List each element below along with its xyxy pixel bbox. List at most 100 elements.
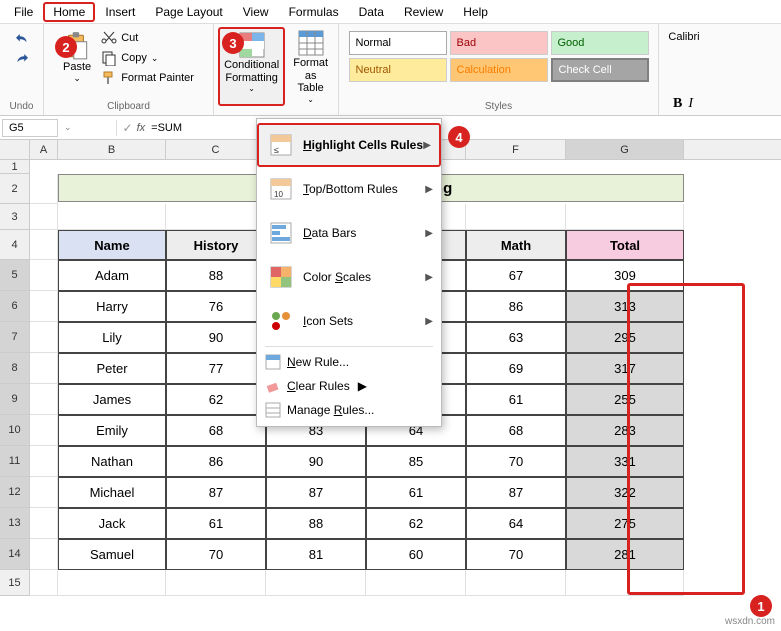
style-normal[interactable]: Normal <box>349 31 447 55</box>
top-bottom-rules-item[interactable]: 10 Top/Bottom Rules ▶ <box>257 167 441 211</box>
cell-total[interactable]: 331 <box>566 446 684 477</box>
style-neutral[interactable]: Neutral <box>349 58 447 82</box>
copy-button[interactable]: Copy ⌄ <box>99 49 196 67</box>
cell-history[interactable]: 76 <box>166 291 266 322</box>
cell-total[interactable]: 322 <box>566 477 684 508</box>
style-calculation[interactable]: Calculation <box>450 58 548 82</box>
cell-total[interactable]: 283 <box>566 415 684 446</box>
row-header[interactable]: 9 <box>0 384 30 415</box>
cell[interactable] <box>166 204 266 230</box>
manage-rules-item[interactable]: Manage Rules... <box>257 398 441 422</box>
cell[interactable] <box>566 570 684 596</box>
cell-total[interactable]: 313 <box>566 291 684 322</box>
cell-total[interactable]: 255 <box>566 384 684 415</box>
menu-help[interactable]: Help <box>453 2 498 22</box>
cell-biology[interactable]: 61 <box>366 477 466 508</box>
cell[interactable] <box>466 204 566 230</box>
row-header[interactable]: 6 <box>0 291 30 322</box>
cell[interactable] <box>58 160 166 174</box>
cell-history[interactable]: 87 <box>166 477 266 508</box>
icon-sets-item[interactable]: Icon Sets ▶ <box>257 299 441 343</box>
cell-total[interactable]: 309 <box>566 260 684 291</box>
cell-name[interactable]: Jack <box>58 508 166 539</box>
menu-home[interactable]: Home <box>43 2 95 22</box>
cell-math[interactable]: 67 <box>466 260 566 291</box>
data-bars-item[interactable]: Data Bars ▶ <box>257 211 441 255</box>
cell[interactable] <box>30 446 58 477</box>
row-header[interactable]: 2 <box>0 174 30 204</box>
redo-icon[interactable] <box>13 51 31 69</box>
cut-button[interactable]: Cut <box>99 29 196 47</box>
cell-total[interactable]: 317 <box>566 353 684 384</box>
bold-button[interactable]: B <box>673 96 682 112</box>
cell[interactable] <box>566 160 684 174</box>
new-rule-item[interactable]: New Rule... <box>257 350 441 374</box>
row-header[interactable]: 8 <box>0 353 30 384</box>
cell[interactable] <box>30 230 58 260</box>
col-header-c[interactable]: C <box>166 140 266 159</box>
row-header[interactable]: 4 <box>0 230 30 260</box>
row-header[interactable]: 14 <box>0 539 30 570</box>
row-header[interactable]: 7 <box>0 322 30 353</box>
cell[interactable] <box>366 570 466 596</box>
cell-math[interactable]: 69 <box>466 353 566 384</box>
cell[interactable] <box>166 160 266 174</box>
cell-c3[interactable]: 88 <box>266 508 366 539</box>
cell-name[interactable]: Peter <box>58 353 166 384</box>
cell[interactable] <box>30 384 58 415</box>
cell-history[interactable]: 62 <box>166 384 266 415</box>
header-name[interactable]: Name <box>58 230 166 260</box>
cell[interactable] <box>30 508 58 539</box>
cell-math[interactable]: 64 <box>466 508 566 539</box>
highlight-cells-rules-item[interactable]: ≤ Highlight Cells Rules ▶ <box>257 123 441 167</box>
cell[interactable] <box>30 260 58 291</box>
format-painter-button[interactable]: Format Painter <box>99 69 196 87</box>
cell[interactable] <box>30 291 58 322</box>
cell[interactable] <box>30 570 58 596</box>
undo-icon[interactable] <box>13 31 31 49</box>
style-bad[interactable]: Bad <box>450 31 548 55</box>
col-header-g[interactable]: G <box>566 140 684 159</box>
font-name[interactable]: Calibri <box>664 27 701 43</box>
cell-name[interactable]: Harry <box>58 291 166 322</box>
cell-history[interactable]: 68 <box>166 415 266 446</box>
cell-math[interactable]: 68 <box>466 415 566 446</box>
cell-math[interactable]: 70 <box>466 539 566 570</box>
cell-name[interactable]: James <box>58 384 166 415</box>
cell-name[interactable]: Adam <box>58 260 166 291</box>
row-header[interactable]: 3 <box>0 204 30 230</box>
row-header[interactable]: 13 <box>0 508 30 539</box>
cell-math[interactable]: 61 <box>466 384 566 415</box>
cell-math[interactable]: 70 <box>466 446 566 477</box>
row-header[interactable]: 12 <box>0 477 30 508</box>
menu-data[interactable]: Data <box>349 2 394 22</box>
cell-name[interactable]: Nathan <box>58 446 166 477</box>
cell[interactable] <box>30 415 58 446</box>
cell[interactable] <box>166 570 266 596</box>
menu-insert[interactable]: Insert <box>95 2 145 22</box>
cell-history[interactable]: 90 <box>166 322 266 353</box>
style-good[interactable]: Good <box>551 31 649 55</box>
menu-view[interactable]: View <box>233 2 279 22</box>
cell[interactable] <box>30 204 58 230</box>
cell-math[interactable]: 63 <box>466 322 566 353</box>
col-header-f[interactable]: F <box>466 140 566 159</box>
clear-rules-item[interactable]: Clear Rules ▶ <box>257 374 441 398</box>
cell-name[interactable]: Michael <box>58 477 166 508</box>
row-header[interactable]: 11 <box>0 446 30 477</box>
cell-history[interactable]: 88 <box>166 260 266 291</box>
cell-history[interactable]: 61 <box>166 508 266 539</box>
cell[interactable] <box>58 570 166 596</box>
cell[interactable] <box>30 539 58 570</box>
row-header[interactable]: 10 <box>0 415 30 446</box>
cell-name[interactable]: Samuel <box>58 539 166 570</box>
fx-icon[interactable]: fx <box>137 122 146 134</box>
cell-total[interactable]: 295 <box>566 322 684 353</box>
cell[interactable] <box>266 570 366 596</box>
cell-c3[interactable]: 90 <box>266 446 366 477</box>
cell[interactable] <box>30 322 58 353</box>
cell-biology[interactable]: 60 <box>366 539 466 570</box>
cell-total[interactable]: 275 <box>566 508 684 539</box>
col-header-a[interactable]: A <box>30 140 58 159</box>
cell-math[interactable]: 86 <box>466 291 566 322</box>
